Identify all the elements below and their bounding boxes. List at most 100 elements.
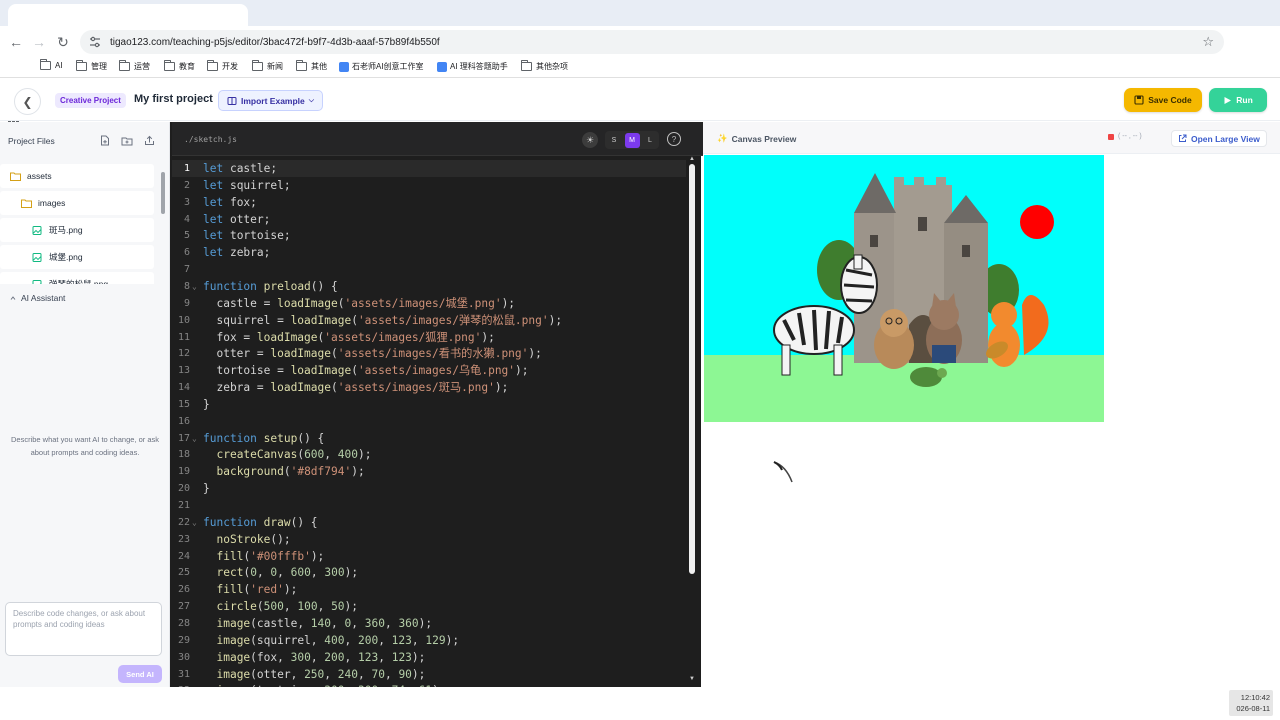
bookmark-8[interactable]: AI 理科答题助手	[437, 61, 508, 72]
image-file-icon	[32, 279, 42, 284]
line-number: 12	[177, 348, 190, 360]
code-line[interactable]: 31 image(otter, 250, 240, 70, 90);	[172, 666, 686, 683]
code-line[interactable]: 21	[172, 497, 686, 514]
collapse-chevron-icon[interactable]	[9, 294, 17, 302]
open-large-view-button[interactable]: Open Large View	[1171, 130, 1267, 147]
fold-chevron-icon[interactable]: ⌄	[192, 514, 197, 531]
p5-canvas[interactable]	[704, 155, 1104, 422]
code-line[interactable]: 5 let tortoise;	[172, 227, 686, 244]
import-example-button[interactable]: Import Example ⌵	[218, 90, 324, 111]
code-line[interactable]: 18 createCanvas(600, 400);	[172, 446, 686, 463]
folder-item[interactable]: assets	[0, 164, 154, 188]
code-text: fill('red');	[216, 583, 298, 597]
fold-chevron-icon[interactable]: ⌄	[192, 430, 197, 447]
code-line[interactable]: 29 image(squirrel, 400, 200, 123, 129);	[172, 632, 686, 649]
font-size-medium[interactable]: M	[624, 132, 640, 148]
folder-item[interactable]: images	[0, 191, 154, 215]
line-number: 16	[177, 415, 190, 427]
fold-chevron-icon[interactable]: ⌄	[192, 278, 197, 295]
bookmark-1[interactable]: 管理	[76, 60, 107, 72]
ai-prompt-input[interactable]: Describe code changes, or ask about prom…	[5, 602, 162, 656]
send-ai-button[interactable]: Send AI	[118, 665, 162, 683]
back-button[interactable]: ❮	[14, 88, 41, 115]
bookmark-3[interactable]: 教育	[164, 60, 195, 72]
code-line[interactable]: 13 tortoise = loadImage('assets/images/乌…	[172, 362, 686, 379]
code-line[interactable]: 9 castle = loadImage('assets/images/城堡.p…	[172, 295, 686, 312]
bookmark-9[interactable]: 其他杂项	[521, 60, 568, 72]
browser-toolbar: ← → ↻ tigao123.com/teaching-p5js/editor/…	[0, 26, 1280, 75]
code-text: image(castle, 140, 0, 360, 360);	[216, 616, 433, 630]
code-line[interactable]: 4 let otter;	[172, 211, 686, 228]
code-line[interactable]: 22 ⌄ function draw() {	[172, 514, 686, 531]
code-line[interactable]: 26 fill('red');	[172, 581, 686, 598]
system-clock[interactable]: 12:10:42 026-08-11	[1229, 690, 1273, 716]
file-item[interactable]: 城堡.png	[0, 245, 154, 269]
run-button[interactable]: Run	[1209, 88, 1267, 112]
editor-scrollbar[interactable]: ▲ ▼	[686, 156, 700, 687]
code-line[interactable]: 10 squirrel = loadImage('assets/images/弹…	[172, 312, 686, 329]
file-tree-scroll-thumb[interactable]	[161, 172, 165, 214]
line-number: 20	[177, 483, 190, 495]
line-number: 13	[177, 365, 190, 377]
bookmark-6[interactable]: 其他	[296, 60, 327, 72]
address-bar[interactable]: tigao123.com/teaching-p5js/editor/3bac47…	[80, 30, 1224, 54]
line-number: 30	[177, 651, 190, 663]
code-line[interactable]: 30 image(fox, 300, 200, 123, 123);	[172, 649, 686, 666]
bookmark-2[interactable]: 运营	[119, 60, 150, 72]
code-line[interactable]: 28 image(castle, 140, 0, 360, 360);	[172, 615, 686, 632]
code-area[interactable]: 1 let castle; 2 let squirrel; 3 let fox; 4 let …	[172, 158, 686, 687]
bookmark-label: 管理	[91, 62, 107, 71]
editor-scroll-thumb[interactable]	[689, 164, 695, 574]
editor-toolbar: ./sketch.js ☀ S M L ?	[172, 122, 703, 156]
scroll-down-arrow-icon[interactable]: ▼	[689, 676, 695, 682]
code-line[interactable]: 17 ⌄ function setup() {	[172, 430, 686, 447]
site-favicon-icon	[339, 61, 349, 72]
file-item[interactable]: 弹琴的松鼠.png	[0, 272, 154, 284]
upload-icon[interactable]	[143, 134, 156, 147]
bookmark-star-icon[interactable]: ☆	[1202, 34, 1214, 50]
font-size-selector: S M L	[605, 131, 659, 149]
code-line[interactable]: 19 background('#8df794');	[172, 463, 686, 480]
back-arrow-icon[interactable]: ←	[5, 26, 27, 58]
font-size-small[interactable]: S	[607, 133, 622, 148]
code-line[interactable]: 20}	[172, 480, 686, 497]
code-line[interactable]: 15}	[172, 396, 686, 413]
new-folder-icon[interactable]	[120, 134, 133, 147]
bookmark-5[interactable]: 新闻	[252, 60, 283, 72]
site-settings-icon[interactable]	[88, 35, 102, 49]
code-line[interactable]: 12 otter = loadImage('assets/images/看书的水…	[172, 345, 686, 362]
bookmark-4[interactable]: 开发	[207, 60, 238, 72]
run-label: Run	[1236, 95, 1253, 105]
code-line[interactable]: 6 let zebra;	[172, 244, 686, 261]
font-size-large[interactable]: L	[643, 133, 658, 148]
scroll-up-arrow-icon[interactable]: ▲	[689, 156, 695, 162]
code-line[interactable]: 3 let fox;	[172, 194, 686, 211]
file-item[interactable]: 斑马.png	[0, 218, 154, 242]
code-line[interactable]: 7	[172, 261, 686, 278]
code-line[interactable]: 1 let castle;	[172, 160, 686, 177]
code-line[interactable]: 24 fill('#00fffb');	[172, 548, 686, 565]
reload-icon[interactable]: ↻	[52, 26, 74, 58]
bookmark-7[interactable]: 石老师AI创意工作室	[339, 61, 424, 72]
code-line[interactable]: 8 ⌄ function preload() {	[172, 278, 686, 295]
forward-arrow-icon[interactable]: →	[28, 26, 50, 58]
theme-palette-icon[interactable]: ☀	[582, 132, 598, 148]
code-line[interactable]: 27 circle(500, 100, 50);	[172, 598, 686, 615]
code-line[interactable]: 25 rect(0, 0, 600, 300);	[172, 564, 686, 581]
code-line[interactable]: 11 fox = loadImage('assets/images/狐狸.png…	[172, 329, 686, 346]
project-title[interactable]: My first project	[134, 93, 213, 105]
code-line[interactable]: 23 noStroke();	[172, 531, 686, 548]
code-editor: ./sketch.js ☀ S M L ? 1 let castle; 2 let s…	[170, 122, 703, 687]
file-tree-scrollbar[interactable]	[160, 162, 166, 286]
new-file-icon[interactable]	[98, 134, 111, 147]
help-icon[interactable]: ?	[667, 132, 681, 146]
folder-icon	[10, 172, 21, 181]
code-line[interactable]: 16	[172, 413, 686, 430]
browser-active-tab[interactable]	[8, 4, 248, 26]
save-code-button[interactable]: Save Code	[1124, 88, 1202, 112]
code-line[interactable]: 2 let squirrel;	[172, 177, 686, 194]
code-line[interactable]: 14 zebra = loadImage('assets/images/斑马.p…	[172, 379, 686, 396]
ai-assistant-header: AI Assistant	[9, 293, 65, 303]
bookmark-label: AI 理科答题助手	[450, 62, 508, 71]
bookmark-0[interactable]: AI	[40, 59, 63, 70]
